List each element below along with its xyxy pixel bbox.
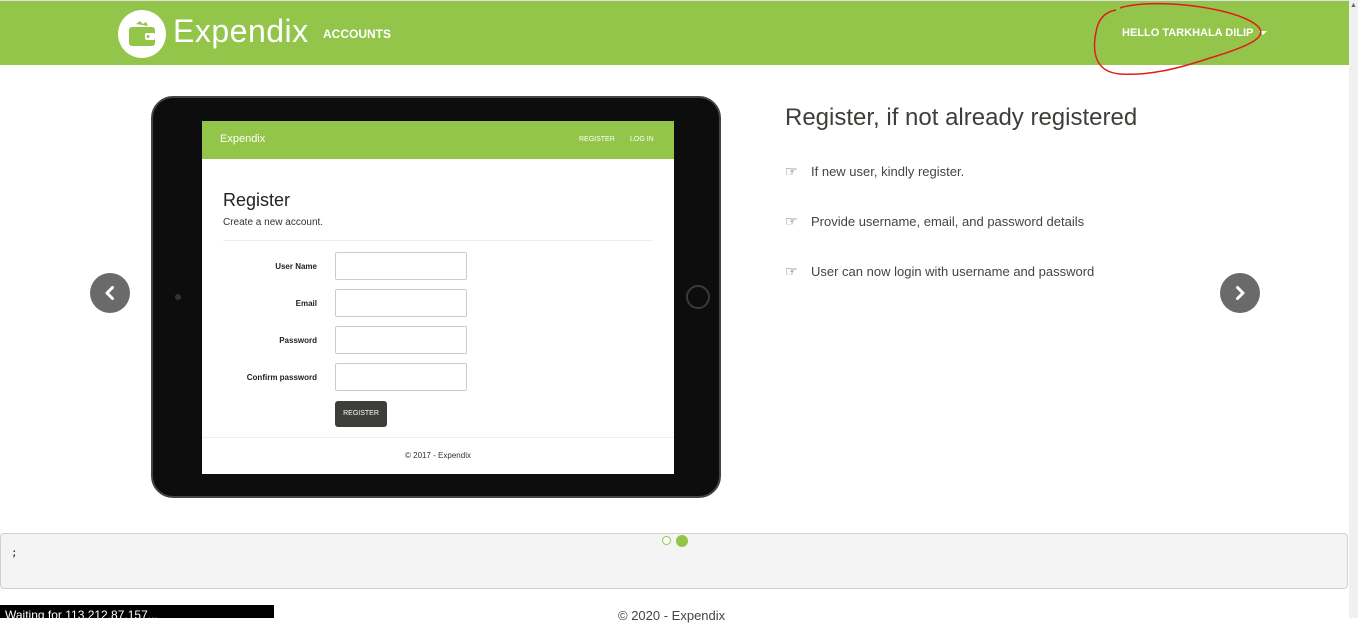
user-greeting: HELLO TARKHALA DILIP <box>1122 27 1254 39</box>
screen-label-confirm-password: Confirm password <box>246 373 317 382</box>
screen-label-email: Email <box>295 299 317 308</box>
screen-title: Register <box>223 190 291 210</box>
carousel-next-button[interactable] <box>1220 273 1260 313</box>
carousel-indicators <box>662 535 688 547</box>
hand-point-right-icon: ☞ <box>785 213 798 229</box>
caret-down-icon <box>1259 31 1268 36</box>
top-navbar: Expendix ACCOUNTS HELLO TARKHALA DILIP <box>0 0 1349 65</box>
slide-point: ☞ If new user, kindly register. <box>785 163 964 180</box>
bottom-panel-text: ; <box>11 546 18 559</box>
screen-input-username <box>335 252 467 280</box>
tablet-camera <box>175 294 181 300</box>
screen-navbar: Expendix REGISTER LOG IN <box>202 121 674 159</box>
chevron-right-icon <box>1236 286 1245 300</box>
tablet-screen: Expendix REGISTER LOG IN Register Create… <box>202 121 674 474</box>
browser-status-bar: Waiting for 113.212.87.157... <box>0 605 274 618</box>
screen-footer: © 2017 - Expendix <box>405 451 471 460</box>
screen-label-username: User Name <box>275 262 317 271</box>
hand-point-right-icon: ☞ <box>785 263 798 279</box>
brand-name[interactable]: Expendix <box>173 13 309 50</box>
screen-register-link: REGISTER <box>579 136 615 143</box>
screen-login-link: LOG IN <box>630 136 654 143</box>
carousel-indicator[interactable] <box>662 536 671 545</box>
wallet-logo-icon[interactable] <box>118 10 166 58</box>
tablet-mockup: Expendix REGISTER LOG IN Register Create… <box>151 96 721 498</box>
screen-subtitle: Create a new account. <box>223 217 324 228</box>
scroll-up-arrow-icon[interactable]: ▲ <box>1350 2 1357 9</box>
slide-point-text: Provide username, email, and password de… <box>811 214 1085 229</box>
slide-headline: Register, if not already registered <box>785 104 1138 131</box>
tablet-home-button <box>686 285 710 309</box>
slide-point: ☞ Provide username, email, and password d… <box>785 213 1084 230</box>
slide-point: ☞ User can now login with username and pa… <box>785 263 1094 280</box>
screen-input-email <box>335 289 467 317</box>
vertical-scrollbar[interactable] <box>1349 0 1358 618</box>
screen-brand: Expendix <box>220 133 266 145</box>
screen-footer-divider <box>202 437 674 438</box>
screen-input-password <box>335 326 467 354</box>
nav-accounts-link[interactable]: ACCOUNTS <box>323 27 391 41</box>
carousel-prev-button[interactable] <box>90 273 130 313</box>
chevron-left-icon <box>105 286 114 300</box>
screen-label-password: Password <box>279 336 317 345</box>
slide-point-text: User can now login with username and pas… <box>811 264 1095 279</box>
screen-input-confirm-password <box>335 363 467 391</box>
screen-divider <box>223 240 653 241</box>
page-footer: © 2020 - Expendix <box>618 608 726 623</box>
carousel-indicator-active[interactable] <box>676 535 688 547</box>
screen-register-button: REGISTER <box>335 401 387 427</box>
hand-point-right-icon: ☞ <box>785 163 798 179</box>
slide-point-text: If new user, kindly register. <box>811 164 965 179</box>
user-menu-dropdown[interactable]: HELLO TARKHALA DILIP <box>1122 27 1268 39</box>
